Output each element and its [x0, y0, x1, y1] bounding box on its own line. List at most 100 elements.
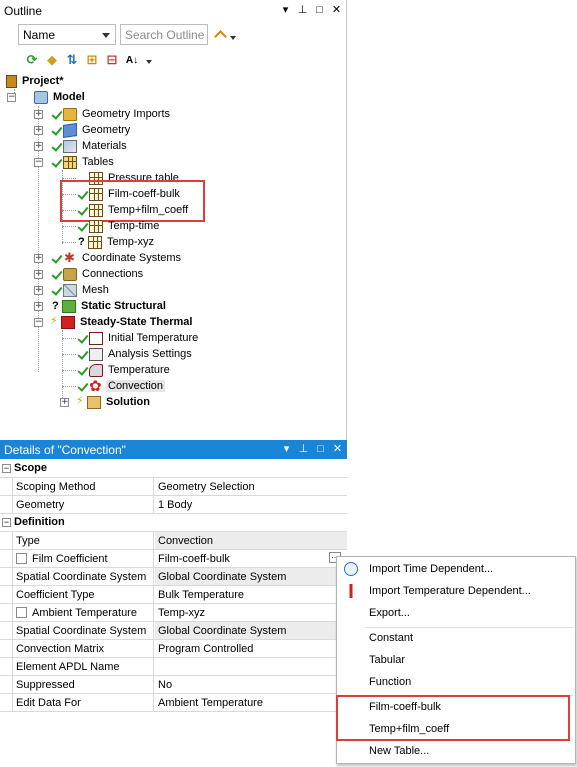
details-row-film-coefficient[interactable]: Film Coefficient Film-coeff-bulk … [0, 550, 347, 568]
details-dropdown-icon[interactable]: ▾ [281, 443, 292, 455]
sort-updown-icon[interactable]: ⇅ [64, 52, 80, 68]
menu-item-label: Export... [369, 607, 410, 619]
outline-dropdown-icon[interactable]: ▾ [280, 4, 291, 16]
expand-geometry-imports-icon[interactable]: + [34, 110, 43, 119]
parameter-checkbox[interactable] [16, 553, 27, 564]
tree-item-steady-state-thermal[interactable]: Steady-State Thermal [50, 314, 194, 330]
sort-az-icon[interactable]: A↓ [124, 52, 140, 68]
expand-coordinate-systems-icon[interactable]: + [34, 254, 43, 263]
search-options-chevron-icon[interactable] [230, 35, 236, 40]
expand-static-structural-icon[interactable]: + [34, 302, 43, 311]
outline-close-icon[interactable]: ✕ [331, 4, 342, 16]
mesh-icon [63, 283, 77, 297]
refresh-icon[interactable]: ⟳ [24, 52, 40, 68]
search-up-icon[interactable] [214, 28, 228, 42]
menu-item-constant[interactable]: Constant [337, 628, 575, 648]
expand-geometry-icon[interactable]: + [34, 126, 43, 135]
row-value[interactable]: Global Coordinate System [155, 622, 347, 639]
row-value[interactable]: Global Coordinate System [155, 568, 347, 585]
collapse-icon[interactable]: ⊟ [104, 52, 120, 68]
section-scope[interactable]: − Scope [0, 460, 347, 478]
menu-item-function[interactable]: Function [337, 672, 575, 692]
details-row-ambient-temperature[interactable]: Ambient Temperature Temp-xyz [0, 604, 347, 622]
name-filter-value: Name [23, 27, 56, 42]
tree-item-geometry-imports[interactable]: Geometry Imports [52, 106, 172, 122]
details-row-convection-matrix[interactable]: Convection Matrix Program Controlled [0, 640, 347, 658]
row-value[interactable] [155, 658, 347, 675]
tree-item-mesh[interactable]: Mesh [52, 282, 111, 298]
expand-connections-icon[interactable]: + [34, 270, 43, 279]
menu-item-import-time-dependent[interactable]: Import Time Dependent... [337, 559, 575, 579]
tree-item-geometry[interactable]: Geometry [52, 122, 132, 138]
tree-label: Temp-time [108, 220, 160, 232]
details-pin-icon[interactable]: ⊥ [298, 443, 309, 455]
details-row-type[interactable]: Type Convection [0, 532, 347, 550]
details-maximize-icon[interactable]: □ [315, 443, 326, 455]
tree-item-materials[interactable]: Materials [52, 138, 129, 154]
tree-label: Geometry [82, 124, 131, 136]
expand-materials-icon[interactable]: + [34, 142, 43, 151]
outline-maximize-icon[interactable]: □ [314, 4, 325, 16]
check-icon [52, 141, 62, 151]
tree-item-project[interactable]: Project* [6, 73, 66, 89]
details-row-spatial-coordinate-system[interactable]: Spatial Coordinate System Global Coordin… [0, 568, 347, 586]
row-value[interactable]: 1 Body [155, 496, 347, 513]
details-row-suppressed[interactable]: Suppressed No [0, 676, 347, 694]
row-value: Convection [155, 532, 347, 549]
row-key: Convection Matrix [12, 640, 154, 657]
tree-item-coordinate-systems[interactable]: Coordinate Systems [52, 250, 183, 266]
tree-item-initial-temperature[interactable]: Initial Temperature [78, 330, 200, 346]
details-row-geometry[interactable]: Geometry 1 Body [0, 496, 347, 514]
collapse-definition-icon[interactable]: − [2, 518, 11, 527]
sort-options-chevron-icon[interactable] [146, 60, 152, 64]
coordinate-systems-icon [63, 250, 77, 266]
row-key: Coefficient Type [12, 586, 154, 603]
row-value[interactable]: Ambient Temperature [155, 694, 347, 711]
details-row-element-apdl-name[interactable]: Element APDL Name [0, 658, 347, 676]
collapse-steady-state-thermal-icon[interactable]: − [34, 318, 43, 327]
row-value[interactable]: Temp-xyz [155, 604, 347, 621]
tree-item-static-structural[interactable]: ? Static Structural [52, 298, 168, 314]
tree-item-temp-time[interactable]: Temp-time [78, 218, 161, 234]
tree-item-analysis-settings[interactable]: Analysis Settings [78, 346, 194, 362]
collapse-tables-icon[interactable]: − [34, 158, 43, 167]
row-value[interactable]: Geometry Selection [155, 478, 347, 495]
details-close-icon[interactable]: ✕ [332, 443, 343, 455]
tree-item-convection[interactable]: Convection [78, 377, 166, 395]
tree-item-temp-xyz[interactable]: ? Temp-xyz [78, 234, 156, 250]
tree-item-model[interactable]: Model [34, 89, 87, 105]
menu-item-export[interactable]: Export... [337, 603, 575, 623]
eraser-icon[interactable]: ◆ [44, 52, 60, 68]
row-value[interactable]: No [155, 676, 347, 693]
tree-item-connections[interactable]: Connections [52, 266, 145, 282]
tree-item-solution[interactable]: Solution [76, 394, 152, 410]
tree-item-tables[interactable]: Tables [52, 154, 116, 170]
tree-label: Geometry Imports [82, 108, 171, 120]
section-definition[interactable]: − Definition [0, 514, 347, 532]
details-row-edit-data-for[interactable]: Edit Data For Ambient Temperature [0, 694, 347, 712]
parameter-checkbox[interactable] [16, 607, 27, 618]
details-row-scoping-method[interactable]: Scoping Method Geometry Selection [0, 478, 347, 496]
menu-item-import-temperature-dependent[interactable]: Import Temperature Dependent... [337, 581, 575, 601]
collapse-scope-icon[interactable]: − [2, 464, 11, 473]
row-key: Film Coefficient [12, 550, 154, 567]
expand-mesh-icon[interactable]: + [34, 286, 43, 295]
expand-all-icon[interactable]: ⊞ [84, 52, 100, 68]
menu-item-label: Function [369, 676, 412, 688]
menu-item-tabular[interactable]: Tabular [337, 650, 575, 670]
name-filter-select[interactable]: Name [18, 24, 116, 45]
details-row-coefficient-type[interactable]: Coefficient Type Bulk Temperature [0, 586, 347, 604]
outline-pin-icon[interactable]: ⊥ [297, 4, 308, 16]
row-value[interactable]: Film-coeff-bulk … [155, 550, 347, 567]
expand-solution-icon[interactable]: + [60, 398, 69, 407]
row-key-label: Ambient Temperature [32, 606, 137, 619]
row-value[interactable]: Bulk Temperature [155, 586, 347, 603]
details-row-spatial-coordinate-system-2[interactable]: Spatial Coordinate System Global Coordin… [0, 622, 347, 640]
row-value[interactable]: Program Controlled [155, 640, 347, 657]
collapse-model-icon[interactable]: − [7, 93, 16, 102]
menu-item-new-table[interactable]: New Table... [337, 741, 575, 761]
search-outline-input[interactable]: Search Outline [120, 24, 208, 45]
geometry-icon [63, 122, 77, 138]
tree-label: Solution [106, 396, 150, 408]
row-value-text: Film-coeff-bulk [158, 552, 230, 565]
